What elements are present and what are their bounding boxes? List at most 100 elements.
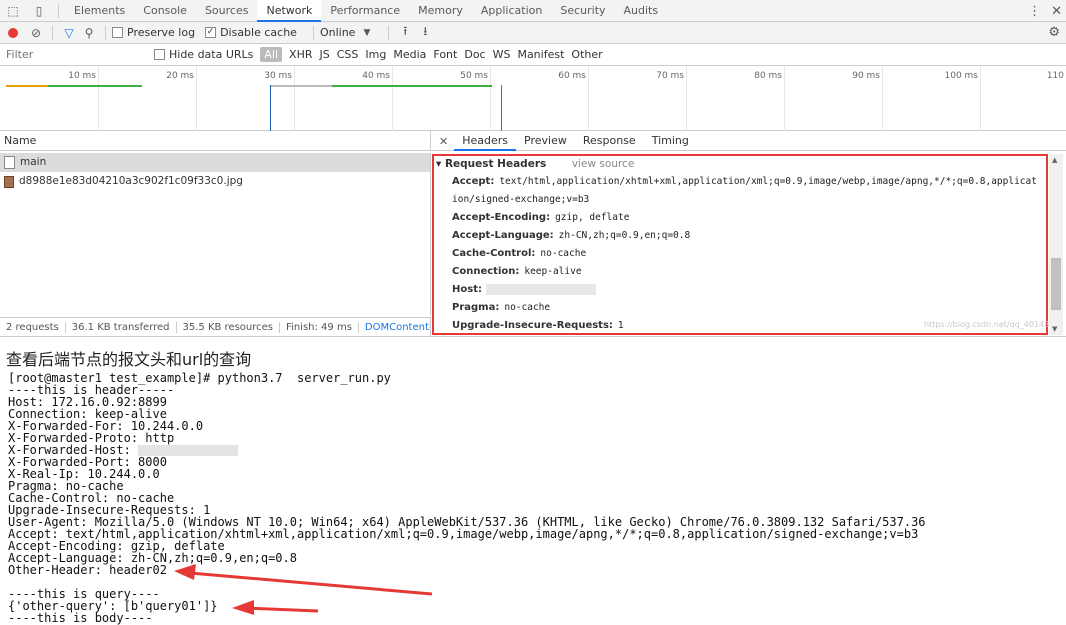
timeline-gridline [196, 66, 197, 131]
filter-icon[interactable]: ▽ [59, 26, 79, 40]
filter-input[interactable] [6, 45, 146, 64]
header-key: Accept-Encoding: [452, 212, 551, 223]
load-event-marker [501, 85, 502, 131]
filter-type-css[interactable]: CSS [337, 48, 359, 61]
timeline-gridline [588, 66, 589, 131]
headers-scrollbar[interactable]: ▲ ▼ [1049, 154, 1063, 335]
export-har-icon[interactable]: ⭳ [415, 22, 435, 43]
inspect-element-icon[interactable]: ⬚ [0, 0, 26, 22]
divider [52, 25, 53, 40]
timeline-bar [6, 85, 48, 87]
name-column-header[interactable]: Name [0, 131, 431, 151]
request-row[interactable]: d8988e1e83d04210a3c902f1c09f33c0.jpg [0, 172, 430, 191]
gear-icon[interactable]: ⚙ [1048, 25, 1060, 40]
header-row: Cache-Control: no-cache [434, 245, 1046, 263]
filter-type-img[interactable]: Img [365, 48, 386, 61]
header-value: no-cache [504, 302, 551, 313]
filter-type-js[interactable]: JS [320, 48, 330, 61]
detail-tabs: ✕ Headers Preview Response Timing [431, 131, 697, 151]
filter-bar: Hide data URLs All XHR JS CSS Img Media … [0, 44, 1066, 66]
redacted-value [485, 283, 596, 295]
request-headers-title: Request Headers [444, 158, 547, 170]
close-icon[interactable]: ✕ [1051, 4, 1062, 19]
close-icon[interactable]: ✕ [431, 135, 454, 148]
filter-type-font[interactable]: Font [433, 48, 457, 61]
import-har-icon[interactable]: ⭱ [395, 22, 415, 43]
timeline-gridline [294, 66, 295, 131]
tab-memory[interactable]: Memory [409, 0, 472, 22]
divider [105, 25, 106, 40]
header-key: Pragma: [452, 302, 500, 313]
tab-preview[interactable]: Preview [516, 131, 575, 151]
chevron-down-icon[interactable]: ▼ [363, 28, 370, 38]
timeline-gridline [980, 66, 981, 131]
timeline-gridline [784, 66, 785, 131]
filter-type-manifest[interactable]: Manifest [517, 48, 564, 61]
throttling-select[interactable]: Online [320, 26, 355, 39]
header-key: Cache-Control: [452, 248, 536, 259]
scroll-down-icon[interactable]: ▼ [1052, 325, 1057, 333]
header-value: 1 [617, 320, 624, 331]
timeline-tick-label: 30 ms [264, 71, 292, 81]
filter-type-doc[interactable]: Doc [464, 48, 485, 61]
divider [388, 25, 390, 40]
request-name: d8988e1e83d04210a3c902f1c09f33c0.jpg [19, 175, 243, 187]
scroll-up-icon[interactable]: ▲ [1052, 156, 1057, 164]
devtools-window: ⬚ ▯ Elements Console Sources Network Per… [0, 0, 1066, 337]
disable-cache-checkbox[interactable]: ✓ [205, 27, 217, 38]
timeline-tick-label: 80 ms [754, 71, 782, 81]
tab-console[interactable]: Console [134, 0, 196, 22]
filter-type-media[interactable]: Media [393, 48, 426, 61]
timeline-gridline [882, 66, 883, 131]
record-button[interactable] [8, 27, 18, 38]
disable-cache-label: Disable cache [220, 26, 297, 39]
timeline-tick-label: 10 ms [68, 71, 96, 81]
header-key: Accept: [452, 176, 495, 187]
requests-count: 2 requests [0, 322, 66, 333]
preserve-log-checkbox[interactable] [112, 27, 123, 38]
timeline-tick-label: 60 ms [558, 71, 586, 81]
timeline-overview[interactable]: 10 ms 20 ms 30 ms 40 ms 50 ms 60 ms 70 m… [0, 66, 1066, 131]
terminal-line: ----this is body---- [8, 611, 153, 625]
timeline-tick-label: 100 ms [944, 71, 979, 81]
header-key: Connection: [452, 266, 520, 277]
tab-headers[interactable]: Headers [454, 131, 517, 151]
tab-elements[interactable]: Elements [65, 0, 134, 22]
tab-sources[interactable]: Sources [196, 0, 258, 22]
filter-type-xhr[interactable]: XHR [289, 48, 312, 61]
tab-timing[interactable]: Timing [644, 131, 697, 151]
header-row: Accept-Language: zh-CN,zh;q=0.9,en;q=0.8 [434, 227, 1046, 245]
filter-type-ws[interactable]: WS [493, 48, 511, 61]
header-value: keep-alive [524, 266, 582, 277]
network-table-header: Name ✕ Headers Preview Response Timing [0, 131, 1066, 151]
timeline-gridline [392, 66, 393, 131]
tab-application[interactable]: Application [472, 0, 551, 22]
header-row: Accept-Encoding: gzip, deflate [434, 209, 1046, 227]
filter-type-all[interactable]: All [260, 47, 283, 62]
request-row[interactable]: main [0, 153, 430, 172]
hide-data-urls-checkbox[interactable] [154, 49, 165, 60]
tab-security[interactable]: Security [551, 0, 614, 22]
tab-audits[interactable]: Audits [615, 0, 668, 22]
watermark: https://blog.csdn.net/qq_40148 [924, 320, 1050, 329]
scrollbar-thumb[interactable] [1051, 258, 1061, 310]
timeline-bar [332, 85, 492, 87]
tab-network[interactable]: Network [257, 0, 322, 22]
timeline-gridline [490, 66, 491, 131]
search-icon[interactable]: ⚲ [79, 26, 99, 40]
filter-type-other[interactable]: Other [571, 48, 602, 61]
clear-icon[interactable]: ⊘ [26, 26, 46, 40]
request-headers-section[interactable]: ▾ Request Headers view source [434, 156, 1046, 173]
tab-response[interactable]: Response [575, 131, 644, 151]
timeline-tick-label: 50 ms [460, 71, 488, 81]
devtools-tabbar: ⬚ ▯ Elements Console Sources Network Per… [0, 0, 1066, 22]
more-options-icon[interactable]: ⋮ [1028, 4, 1041, 19]
terminal-line: Other-Header: header02 [8, 563, 167, 577]
timeline-bar [270, 85, 332, 87]
device-toolbar-icon[interactable]: ▯ [26, 0, 52, 22]
header-key: Accept-Language: [452, 230, 554, 241]
tab-performance[interactable]: Performance [321, 0, 409, 22]
view-source-link[interactable]: view source [572, 158, 634, 170]
request-headers-panel: ▾ Request Headers view source Accept: tex… [432, 154, 1048, 335]
header-value: gzip, deflate [555, 212, 630, 223]
